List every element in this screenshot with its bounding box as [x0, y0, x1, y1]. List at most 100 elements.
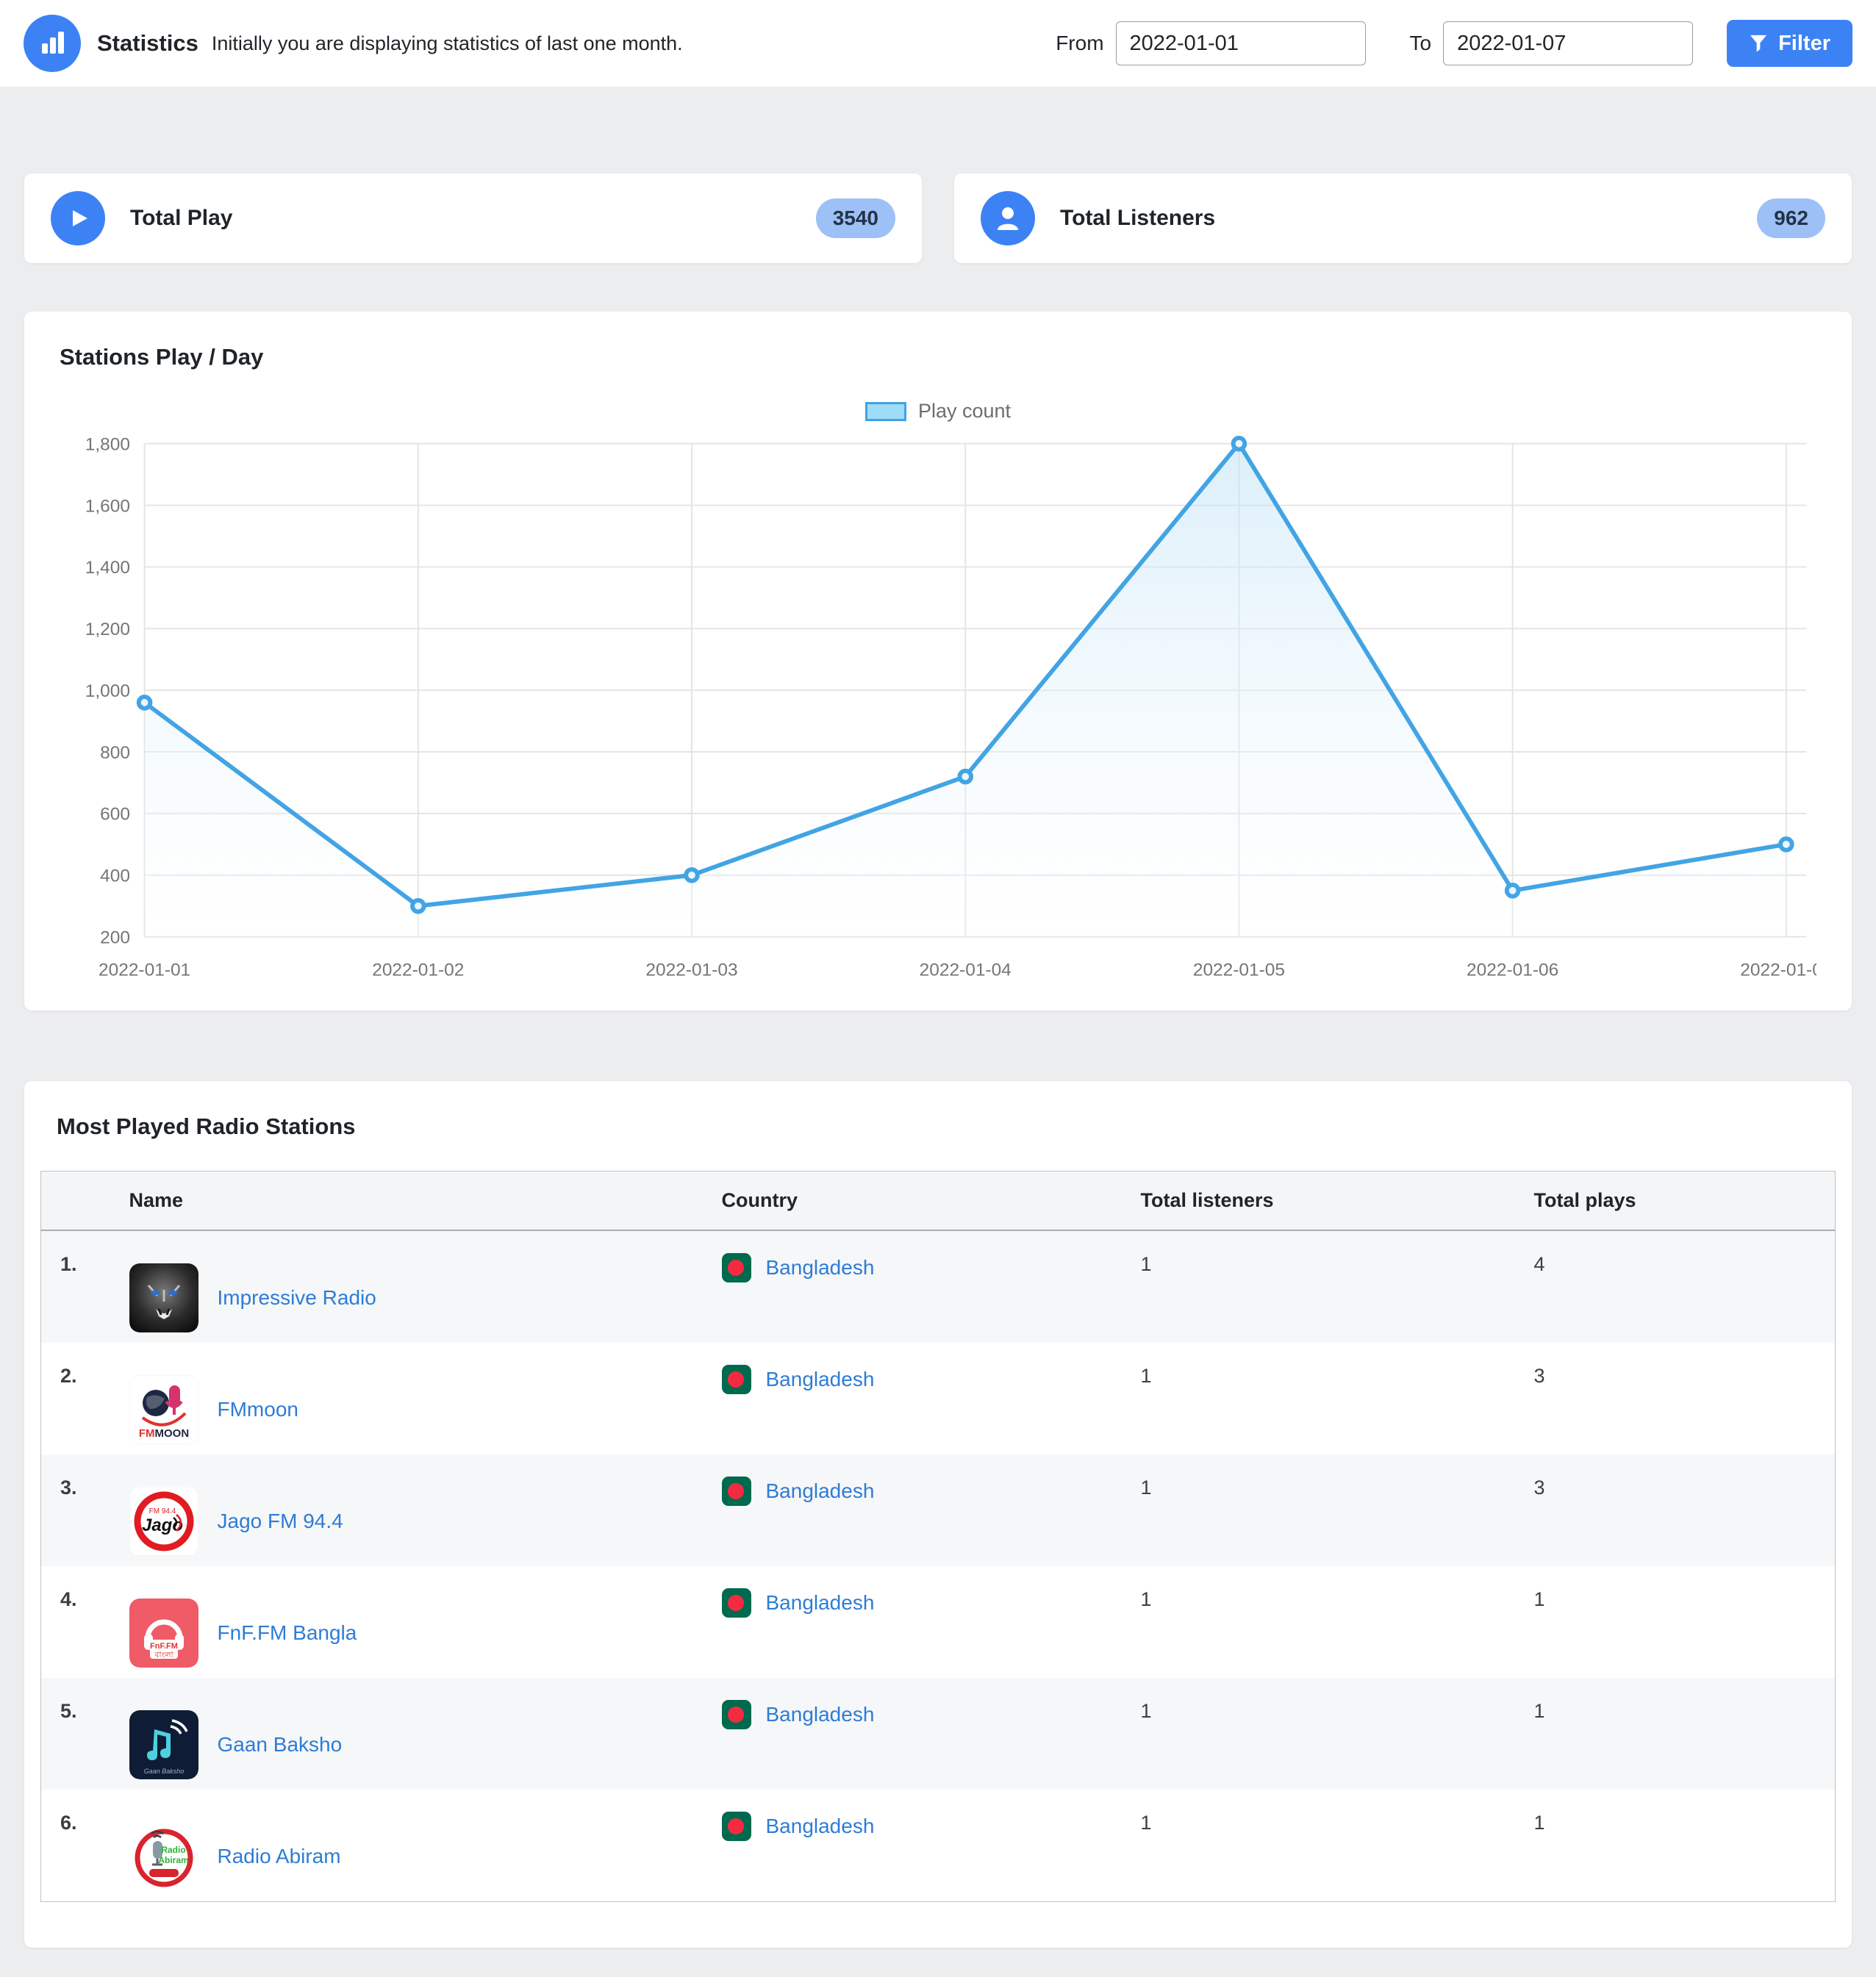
table-row: 6. Radio Abiram Radio Abiram [41, 1790, 1836, 1902]
row-rank: 4. [41, 1566, 112, 1678]
row-plays: 3 [1534, 1343, 1836, 1454]
row-plays: 3 [1534, 1454, 1836, 1566]
table-row: 2. FMMOON FMmoon [41, 1343, 1836, 1454]
station-link[interactable]: Jago FM 94.4 [218, 1510, 343, 1533]
bangladesh-flag-icon [722, 1477, 751, 1506]
total-play-value: 3540 [816, 198, 895, 238]
country-link[interactable]: Bangladesh [766, 1591, 875, 1615]
svg-text:400: 400 [100, 866, 130, 886]
most-played-card: Most Played Radio Stations Name Country … [24, 1081, 1852, 1948]
table-row: 4. FnF.FM বাংলা FnF.FM Bangla [41, 1566, 1836, 1678]
impressive-radio-logo [129, 1263, 198, 1332]
station-link[interactable]: Gaan Baksho [218, 1733, 343, 1757]
svg-text:বাংলা: বাংলা [154, 1651, 173, 1660]
bangladesh-flag-icon [722, 1812, 751, 1841]
total-play-card: Total Play 3540 [24, 173, 922, 263]
page-title: Statistics [97, 30, 198, 57]
top-bar: Statistics Initially you are displaying … [0, 0, 1876, 87]
country-link[interactable]: Bangladesh [766, 1256, 875, 1280]
row-rank: 1. [41, 1230, 112, 1343]
filter-button[interactable]: Filter [1727, 20, 1852, 67]
svg-text:200: 200 [100, 927, 130, 947]
country-link[interactable]: Bangladesh [766, 1703, 875, 1726]
svg-text:Abiram: Abiram [158, 1855, 188, 1865]
to-label: To [1410, 32, 1432, 55]
svg-text:2022-01-01: 2022-01-01 [99, 961, 190, 980]
plays-column-header: Total plays [1534, 1172, 1836, 1230]
statistics-logo [24, 15, 81, 72]
station-link[interactable]: FnF.FM Bangla [218, 1621, 357, 1645]
play-icon [51, 191, 105, 245]
most-played-table: Name Country Total listeners Total plays… [40, 1171, 1836, 1902]
fnf-fm-logo: FnF.FM বাংলা [129, 1599, 198, 1668]
row-listeners: 1 [1141, 1678, 1534, 1790]
country-link[interactable]: Bangladesh [766, 1368, 875, 1391]
row-rank: 2. [41, 1343, 112, 1454]
bangladesh-flag-icon [722, 1588, 751, 1618]
gaan-baksho-logo: Gaan Baksho [129, 1710, 198, 1779]
listeners-icon [981, 191, 1035, 245]
jago-fm-logo: FM 94.4 Jago [129, 1487, 198, 1556]
bangladesh-flag-icon [722, 1700, 751, 1729]
svg-text:2022-01-06: 2022-01-06 [1467, 961, 1558, 980]
table-row: 1. Impressive [41, 1230, 1836, 1343]
svg-text:2022-01-05: 2022-01-05 [1193, 961, 1285, 980]
svg-text:1,800: 1,800 [85, 435, 130, 455]
row-plays: 4 [1534, 1230, 1836, 1343]
station-link[interactable]: FMmoon [218, 1398, 298, 1421]
bangladesh-flag-icon [722, 1253, 751, 1282]
to-date-input[interactable] [1443, 21, 1693, 65]
svg-text:FMMOON: FMMOON [138, 1427, 188, 1440]
svg-text:2022-01-03: 2022-01-03 [645, 961, 737, 980]
station-link[interactable]: Impressive Radio [218, 1286, 376, 1310]
svg-text:FnF.FM: FnF.FM [150, 1642, 178, 1651]
filter-button-label: Filter [1778, 32, 1830, 56]
from-date-input[interactable] [1116, 21, 1366, 65]
funnel-icon [1749, 34, 1768, 53]
fmmoon-logo: FMMOON [129, 1375, 198, 1444]
svg-text:1,600: 1,600 [85, 496, 130, 516]
table-title: Most Played Radio Stations [40, 1113, 1836, 1140]
total-listeners-value: 962 [1757, 198, 1825, 238]
table-row: 3. FM 94.4 Jago Jago FM 94.4 [41, 1454, 1836, 1566]
rank-column-header [41, 1172, 112, 1230]
chart-legend: Play count [60, 400, 1816, 423]
country-column-header: Country [722, 1172, 1141, 1230]
country-link[interactable]: Bangladesh [766, 1815, 875, 1838]
row-listeners: 1 [1141, 1566, 1534, 1678]
svg-text:2022-01-04: 2022-01-04 [920, 961, 1012, 980]
row-listeners: 1 [1141, 1790, 1534, 1902]
station-link[interactable]: Radio Abiram [218, 1845, 341, 1868]
svg-text:Radio: Radio [161, 1845, 185, 1855]
table-row: 5. Gaan Baksho Gaan Baksho Ban [41, 1678, 1836, 1790]
row-rank: 5. [41, 1678, 112, 1790]
from-label: From [1056, 32, 1103, 55]
stations-play-chart-card: Stations Play / Day Play count 200400600… [24, 312, 1852, 1011]
bar-chart-icon [37, 29, 67, 58]
row-listeners: 1 [1141, 1230, 1534, 1343]
total-play-label: Total Play [130, 206, 232, 231]
legend-swatch-play-count [865, 402, 906, 421]
country-link[interactable]: Bangladesh [766, 1479, 875, 1503]
name-column-header: Name [112, 1172, 722, 1230]
listeners-column-header: Total listeners [1141, 1172, 1534, 1230]
page-subtitle: Initially you are displaying statistics … [212, 32, 683, 55]
svg-text:1,400: 1,400 [85, 558, 130, 578]
svg-text:800: 800 [100, 743, 130, 763]
svg-text:Gaan Baksho: Gaan Baksho [143, 1768, 184, 1775]
row-plays: 1 [1534, 1678, 1836, 1790]
row-listeners: 1 [1141, 1454, 1534, 1566]
svg-text:1,000: 1,000 [85, 681, 130, 701]
row-rank: 3. [41, 1454, 112, 1566]
table-header-row: Name Country Total listeners Total plays [41, 1172, 1836, 1230]
total-listeners-card: Total Listeners 962 [954, 173, 1852, 263]
svg-text:1,200: 1,200 [85, 620, 130, 639]
legend-label-play-count: Play count [918, 400, 1011, 423]
chart-title: Stations Play / Day [60, 344, 1816, 370]
row-listeners: 1 [1141, 1343, 1534, 1454]
svg-text:2022-01-07: 2022-01-07 [1740, 961, 1816, 980]
svg-text:2022-01-02: 2022-01-02 [372, 961, 464, 980]
row-plays: 1 [1534, 1790, 1836, 1902]
play-per-day-chart[interactable]: 2004006008001,0001,2001,4001,6001,800202… [60, 433, 1816, 988]
total-listeners-label: Total Listeners [1060, 206, 1215, 231]
